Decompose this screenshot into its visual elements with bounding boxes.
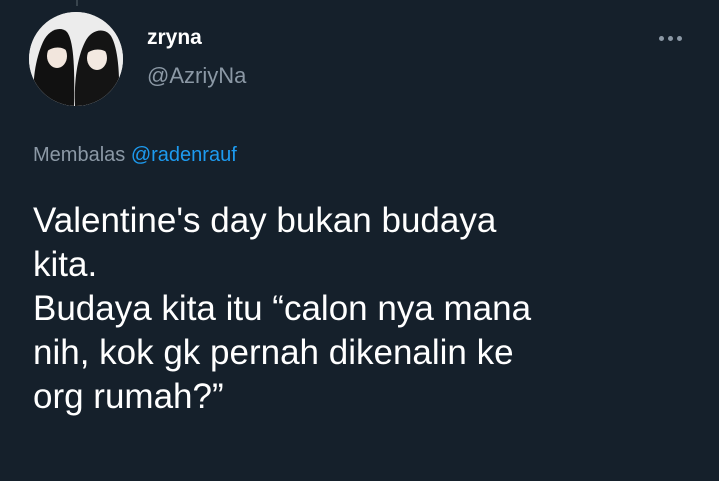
thread-connector-line — [76, 0, 78, 6]
more-horizontal-icon-dot — [676, 35, 682, 41]
display-name[interactable]: zryna — [147, 25, 202, 51]
more-options-button[interactable] — [648, 26, 692, 50]
tweet-text: Valentine's day bukan budaya kita. Buday… — [33, 199, 683, 419]
avatar[interactable] — [29, 12, 123, 106]
more-horizontal-icon-dot — [667, 35, 673, 41]
replying-to-line: Membalas @radenrauf — [33, 142, 237, 168]
tweet-text-line: org rumah?” — [33, 377, 224, 416]
username[interactable]: @AzriyNa — [147, 63, 246, 89]
replying-to-label: Membalas — [33, 144, 126, 166]
profile-photo-icon — [29, 12, 123, 106]
more-horizontal-icon — [658, 35, 664, 41]
tweet-text-line: Budaya kita itu “calon nya mana — [33, 289, 532, 328]
tweet-text-line: Valentine's day bukan budaya — [33, 201, 497, 240]
tweet-text-line: nih, kok gk pernah dikenalin ke — [33, 333, 514, 372]
reply-mention-link[interactable]: @radenrauf — [131, 144, 237, 166]
tweet-text-line: kita. — [33, 245, 98, 284]
